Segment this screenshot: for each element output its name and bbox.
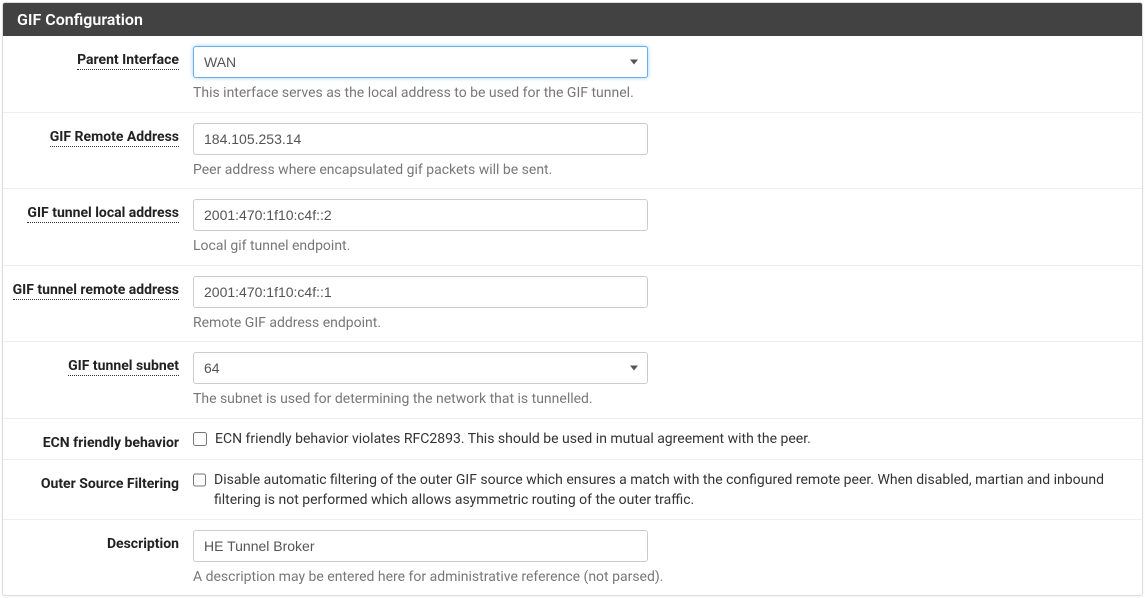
row-ecn: ECN friendly behavior ECN friendly behav… <box>3 419 1142 460</box>
help-gif-remote-address: Peer address where encapsulated gif pack… <box>193 161 1122 181</box>
row-gif-tunnel-remote: GIF tunnel remote address Remote GIF add… <box>3 266 1142 343</box>
help-gif-tunnel-remote: Remote GIF address endpoint. <box>193 314 1122 334</box>
row-parent-interface: Parent Interface WAN This interface serv… <box>3 36 1142 113</box>
help-parent-interface: This interface serves as the local addre… <box>193 84 1122 104</box>
ecn-checkbox[interactable] <box>193 432 207 446</box>
row-outer-source-filtering: Outer Source Filtering Disable automatic… <box>3 460 1142 520</box>
description-input[interactable] <box>193 530 648 562</box>
gif-remote-address-input[interactable] <box>193 123 648 155</box>
outer-source-filtering-checkbox-label: Disable automatic filtering of the outer… <box>214 470 1122 511</box>
panel-title: GIF Configuration <box>3 3 1142 36</box>
parent-interface-select[interactable]: WAN <box>193 46 648 78</box>
label-outer-source-filtering: Outer Source Filtering <box>3 470 193 492</box>
gif-tunnel-local-input[interactable] <box>193 199 648 231</box>
label-parent-interface: Parent Interface <box>3 46 193 68</box>
gif-tunnel-remote-input[interactable] <box>193 276 648 308</box>
row-gif-tunnel-subnet: GIF tunnel subnet 64 The subnet is used … <box>3 342 1142 419</box>
help-description: A description may be entered here for ad… <box>193 568 1122 588</box>
label-gif-remote-address: GIF Remote Address <box>3 123 193 145</box>
outer-source-filtering-checkbox[interactable] <box>193 473 206 487</box>
row-description: Description A description may be entered… <box>3 520 1142 596</box>
label-gif-tunnel-local: GIF tunnel local address <box>3 199 193 221</box>
row-gif-remote-address: GIF Remote Address Peer address where en… <box>3 113 1142 190</box>
gif-tunnel-subnet-select[interactable]: 64 <box>193 352 648 384</box>
label-gif-tunnel-remote: GIF tunnel remote address <box>3 276 193 298</box>
label-gif-tunnel-subnet: GIF tunnel subnet <box>3 352 193 374</box>
row-gif-tunnel-local: GIF tunnel local address Local gif tunne… <box>3 189 1142 266</box>
label-ecn: ECN friendly behavior <box>3 429 193 451</box>
ecn-checkbox-label: ECN friendly behavior violates RFC2893. … <box>215 429 811 449</box>
help-gif-tunnel-local: Local gif tunnel endpoint. <box>193 237 1122 257</box>
label-description: Description <box>3 530 193 552</box>
gif-configuration-panel: GIF Configuration Parent Interface WAN T… <box>2 2 1143 596</box>
help-gif-tunnel-subnet: The subnet is used for determining the n… <box>193 390 1122 410</box>
